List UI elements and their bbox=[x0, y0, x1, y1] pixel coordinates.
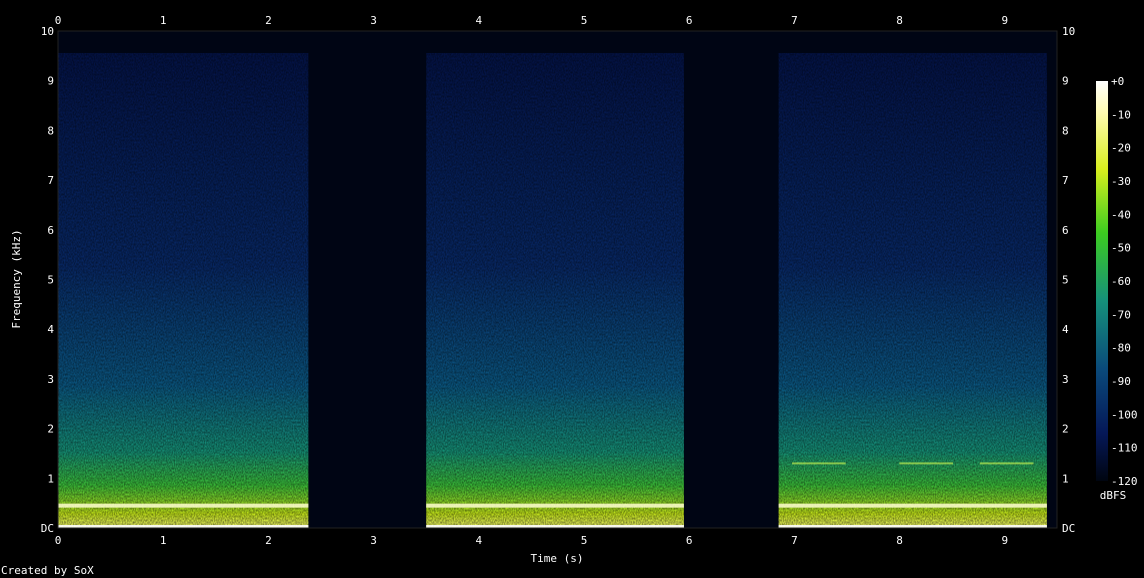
segment-3 bbox=[778, 53, 1047, 528]
y-tick-label: 8 bbox=[1062, 124, 1069, 137]
colorbar-tick-label: -60 bbox=[1111, 275, 1131, 288]
footer-credit: Created by SoX bbox=[1, 564, 94, 577]
colorbar-tick-label: -40 bbox=[1111, 208, 1131, 221]
x-tick-label: 2 bbox=[265, 14, 272, 27]
x-tick-labels-top: 0 1 2 3 4 5 6 7 8 9 bbox=[55, 14, 1008, 27]
y-tick-label: 6 bbox=[1062, 224, 1069, 237]
x-tick-label: 8 bbox=[896, 534, 903, 547]
y-tick-label: 9 bbox=[47, 75, 54, 88]
y-tick-label: 10 bbox=[1062, 25, 1075, 38]
harmonic-line bbox=[979, 462, 1034, 465]
x-tick-label: 1 bbox=[160, 534, 167, 547]
colorbar-tick-label: -30 bbox=[1111, 175, 1131, 188]
y-tick-label: 2 bbox=[47, 423, 54, 436]
colorbar-tick-label: -70 bbox=[1111, 308, 1131, 321]
x-tick-label: 4 bbox=[475, 534, 482, 547]
y-tick-label: 3 bbox=[47, 373, 54, 386]
colorbar-tick-label: -110 bbox=[1111, 442, 1138, 455]
x-tick-label: 7 bbox=[791, 534, 798, 547]
colorbar-tick-label: -120 bbox=[1111, 475, 1138, 488]
x-tick-label: 0 bbox=[55, 14, 62, 27]
segment-noise bbox=[58, 53, 309, 528]
y-tick-label: 8 bbox=[47, 124, 54, 137]
y-tick-label: 4 bbox=[1062, 323, 1069, 336]
y-tick-label: 5 bbox=[1062, 274, 1069, 287]
harmonic-line bbox=[792, 462, 846, 465]
y-tick-label: DC bbox=[1062, 522, 1075, 535]
colorbar-tick-label: +0 bbox=[1111, 75, 1124, 88]
x-axis-label: Time (s) bbox=[531, 552, 584, 565]
tone-line bbox=[778, 503, 1047, 508]
x-tick-label: 5 bbox=[581, 534, 588, 547]
harmonic-line bbox=[899, 462, 953, 465]
colorbar-tick-labels: +0 -10 -20 -30 -40 -50 -60 -70 -80 -90 -100 -110 -12… bbox=[1111, 75, 1138, 488]
colorbar-tick-label: -10 bbox=[1111, 108, 1131, 121]
x-tick-label: 6 bbox=[686, 14, 693, 27]
y-tick-label: 3 bbox=[1062, 373, 1069, 386]
y-tick-label: 6 bbox=[47, 224, 54, 237]
x-tick-labels-bottom: 0 1 2 3 4 5 6 7 8 9 bbox=[55, 534, 1008, 547]
x-tick-label: 3 bbox=[370, 534, 377, 547]
x-tick-label: 8 bbox=[896, 14, 903, 27]
spectrogram-segments bbox=[58, 53, 1047, 528]
segment-2 bbox=[426, 53, 684, 528]
x-tick-label: 9 bbox=[1001, 534, 1008, 547]
colorbar-tick-label: -50 bbox=[1111, 242, 1131, 255]
y-tick-label: 4 bbox=[47, 323, 54, 336]
y-tick-labels-right: DC 1 2 3 4 5 6 7 8 9 10 bbox=[1062, 25, 1075, 535]
colorbar-tick-label: -80 bbox=[1111, 342, 1131, 355]
y-tick-label: DC bbox=[41, 522, 54, 535]
colorbar-tick-label: -100 bbox=[1111, 408, 1138, 421]
tone-line bbox=[426, 503, 684, 508]
y-tick-labels-left: DC 1 2 3 4 5 6 7 8 9 10 bbox=[41, 25, 55, 535]
x-tick-label: 1 bbox=[160, 14, 167, 27]
x-tick-label: 0 bbox=[55, 534, 62, 547]
colorbar-tick-label: -90 bbox=[1111, 375, 1131, 388]
x-tick-label: 5 bbox=[581, 14, 588, 27]
x-tick-label: 9 bbox=[1001, 14, 1008, 27]
y-tick-label: 9 bbox=[1062, 75, 1069, 88]
y-tick-label: 10 bbox=[41, 25, 54, 38]
y-tick-label: 5 bbox=[47, 274, 54, 287]
x-tick-label: 3 bbox=[370, 14, 377, 27]
y-tick-label: 1 bbox=[47, 472, 54, 485]
x-tick-label: 7 bbox=[791, 14, 798, 27]
segment-noise bbox=[426, 53, 684, 528]
y-tick-label: 7 bbox=[47, 174, 54, 187]
y-tick-label: 7 bbox=[1062, 174, 1069, 187]
segment-noise bbox=[778, 53, 1047, 528]
colorbar-label: dBFS bbox=[1100, 489, 1127, 502]
colorbar-tick-label: -20 bbox=[1111, 142, 1131, 155]
y-tick-label: 2 bbox=[1062, 423, 1069, 436]
colorbar bbox=[1096, 81, 1108, 481]
y-axis-label: Frequency (kHz) bbox=[10, 229, 23, 328]
tone-line bbox=[58, 503, 309, 508]
spectrogram-chart: 0 1 2 3 4 5 6 7 8 9 0 1 2 3 4 5 6 7 8 9 DC 1 2 3 4 5 6 7 8 9 10 DC 1 2… bbox=[1, 14, 1138, 577]
y-tick-label: 1 bbox=[1062, 472, 1069, 485]
x-tick-label: 4 bbox=[475, 14, 482, 27]
x-tick-label: 2 bbox=[265, 534, 272, 547]
x-tick-label: 6 bbox=[686, 534, 693, 547]
segment-1 bbox=[58, 53, 309, 528]
